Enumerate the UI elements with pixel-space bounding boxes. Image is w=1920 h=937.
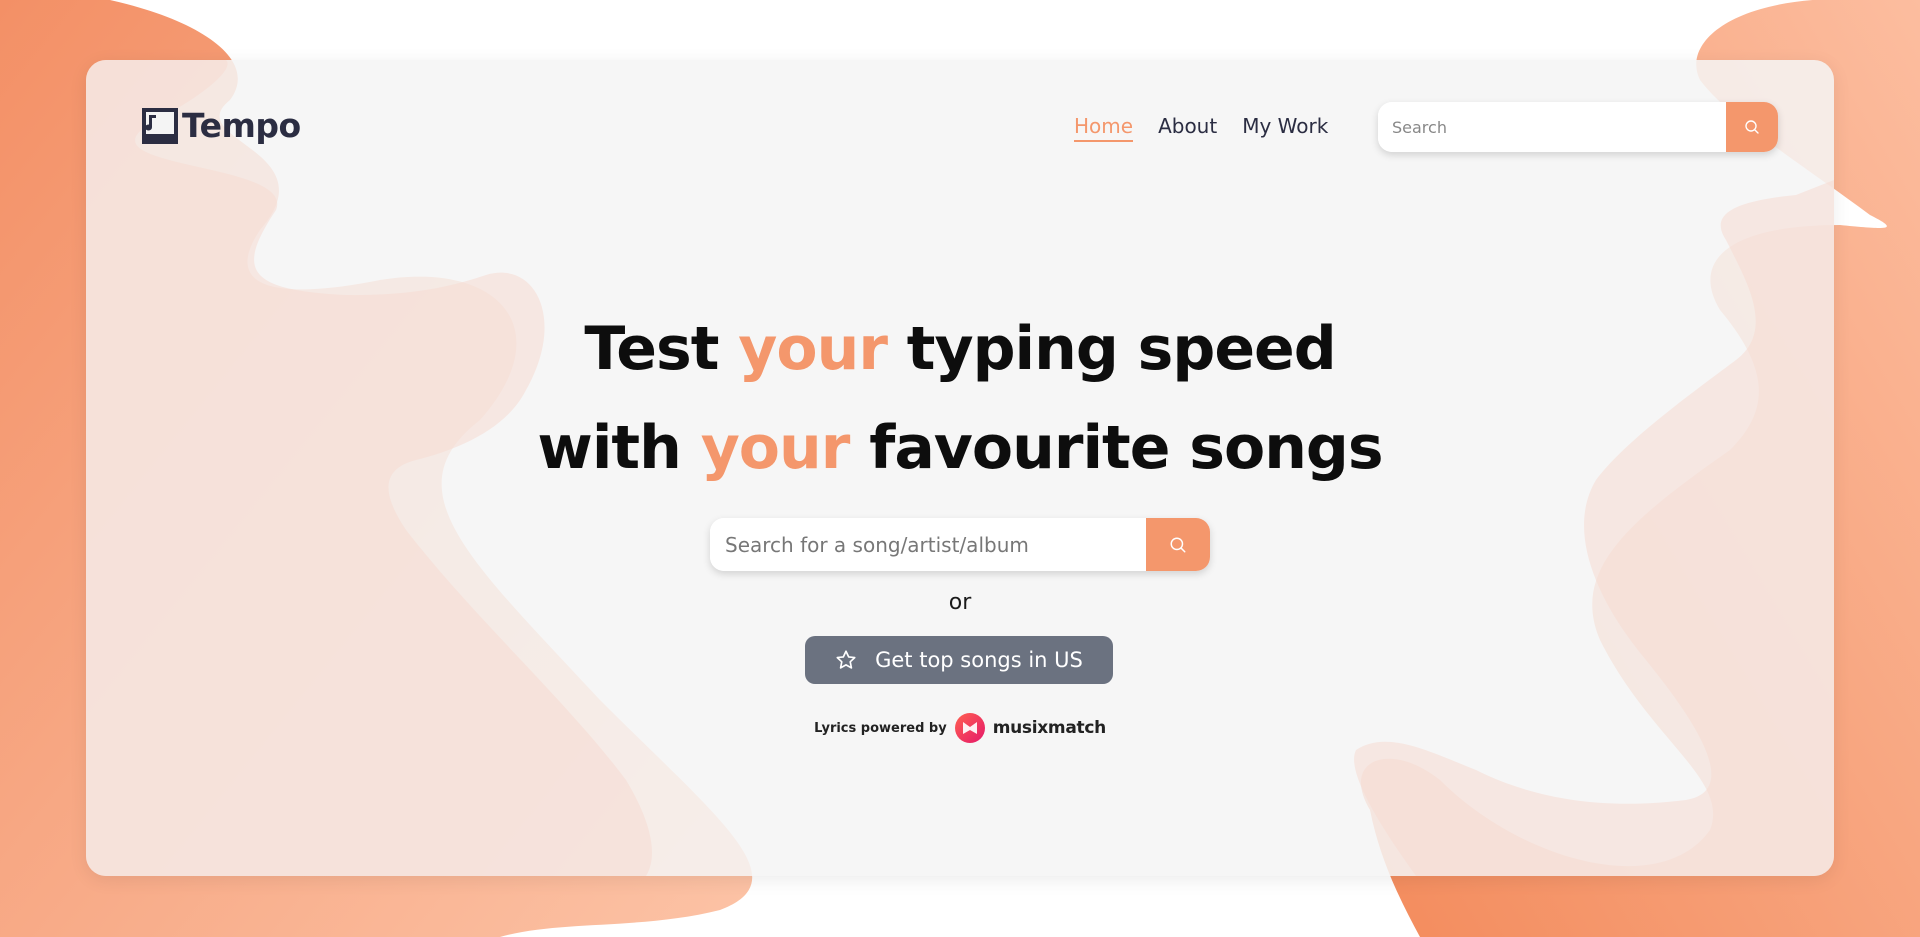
logo-text: Tempo xyxy=(182,106,301,145)
search-icon xyxy=(1170,537,1186,552)
nav-about[interactable]: About xyxy=(1158,114,1217,142)
song-search xyxy=(710,518,1210,571)
musixmatch-logo-icon xyxy=(954,713,985,743)
powered-by: Lyrics powered by musixmatch xyxy=(86,713,1834,743)
main-nav: Home About My Work xyxy=(1074,114,1328,142)
hero-line-2-accent: your xyxy=(700,413,851,483)
hero-line-1-accent: your xyxy=(738,314,888,384)
hero-line-2: with your favourite songs xyxy=(86,399,1834,498)
musixmatch-brand[interactable]: musixmatch xyxy=(993,718,1107,738)
main-card: Tempo Home About My Work Test your typin… xyxy=(86,60,1834,876)
nav-my-work[interactable]: My Work xyxy=(1242,114,1328,142)
hero-line-1: Test your typing speed xyxy=(86,300,1834,399)
or-divider-text: or xyxy=(948,590,972,615)
hero-line-2-end: favourite songs xyxy=(849,413,1383,483)
header-search xyxy=(1378,102,1778,152)
powered-by-label: Lyrics powered by xyxy=(814,720,947,736)
search-icon xyxy=(1745,120,1759,134)
page: Tempo Home About My Work Test your typin… xyxy=(0,0,1920,937)
header-search-button[interactable] xyxy=(1726,102,1778,152)
hero-line-1-end: typing speed xyxy=(886,314,1337,384)
nav-home[interactable]: Home xyxy=(1074,114,1134,142)
hero-title: Test your typing speed with your favouri… xyxy=(86,300,1834,498)
hero-line-2-start: with xyxy=(537,413,701,483)
star-icon xyxy=(836,650,856,669)
header-search-input[interactable] xyxy=(1378,102,1726,152)
logo[interactable]: Tempo xyxy=(142,106,301,145)
get-top-songs-label: Get top songs in US xyxy=(875,648,1083,672)
song-search-button[interactable] xyxy=(1146,518,1210,571)
hero-line-1-start: Test xyxy=(584,314,739,384)
music-note-icon xyxy=(142,107,178,144)
song-search-input[interactable] xyxy=(710,518,1146,571)
get-top-songs-button[interactable]: Get top songs in US xyxy=(805,636,1113,684)
